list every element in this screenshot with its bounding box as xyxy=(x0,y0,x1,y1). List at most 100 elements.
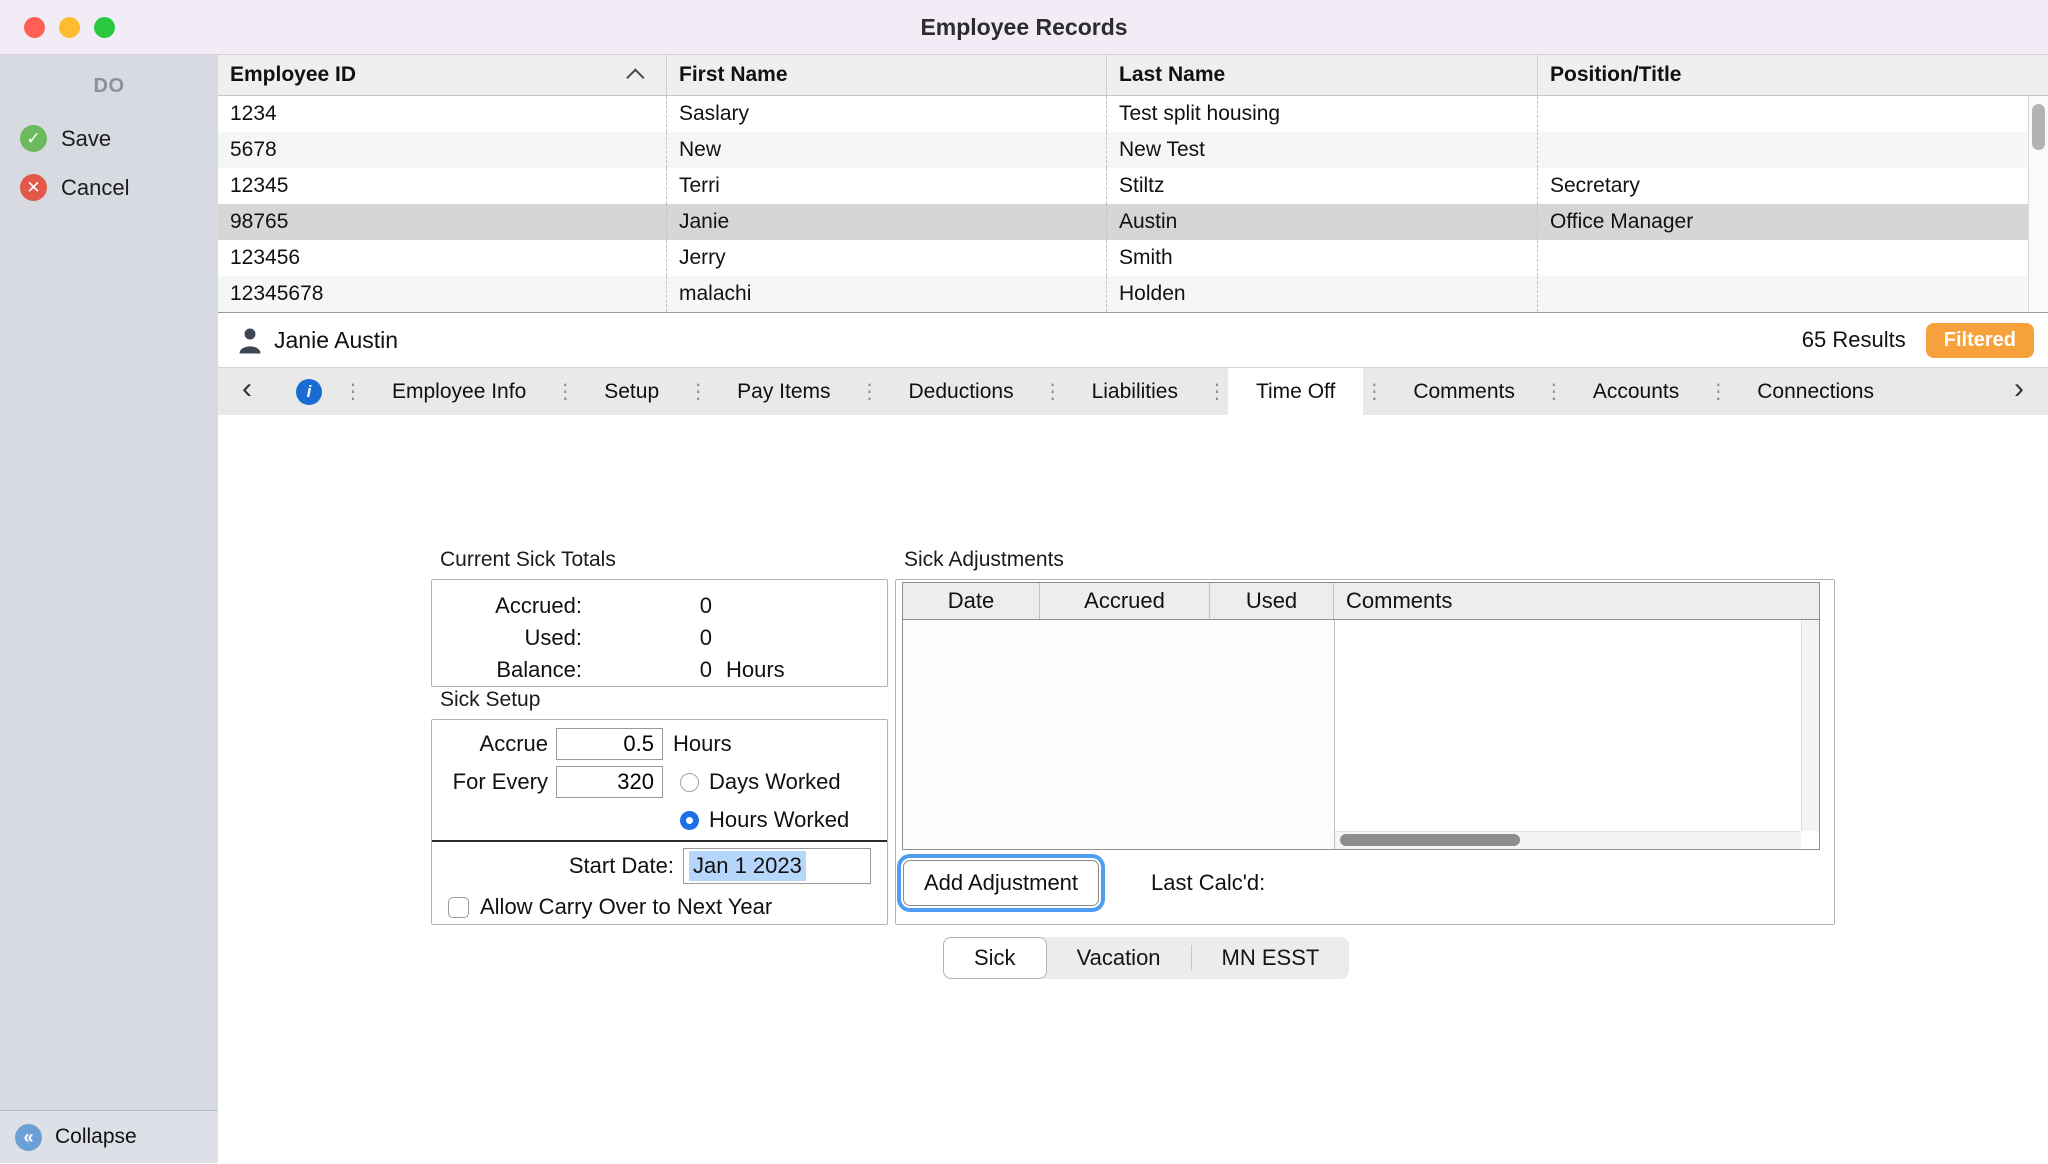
adjustments-header-row: Date Accrued Used Comments xyxy=(903,583,1819,620)
adjustments-body xyxy=(903,620,1819,849)
current-sick-totals-group: Current Sick Totals Accrued: 0 Used: 0 B… xyxy=(431,548,888,687)
adjustments-column-used: Used xyxy=(1210,583,1334,619)
carry-over-label: Allow Carry Over to Next Year xyxy=(480,894,773,919)
collapse-icon: « xyxy=(15,1123,42,1151)
hours-worked-label: Hours Worked xyxy=(709,807,850,832)
days-worked-radio[interactable] xyxy=(680,772,699,792)
person-icon xyxy=(238,327,262,354)
minimize-window-button[interactable] xyxy=(59,16,80,38)
start-date-label: Start Date: xyxy=(568,853,674,878)
tabs-scroll-right-button[interactable]: › xyxy=(1990,368,2048,415)
leave-type-subtabs: Sick Vacation MN ESST xyxy=(943,937,1350,979)
table-row[interactable]: 12345 Terri Stiltz Secretary xyxy=(218,168,2048,204)
title-bar: Employee Records xyxy=(0,0,2048,55)
tab-liabilities[interactable]: Liabilities xyxy=(1064,368,1206,415)
filtered-badge[interactable]: Filtered xyxy=(1925,322,2034,358)
accrued-label: Accrued: xyxy=(495,593,582,618)
adjustments-comments-area[interactable] xyxy=(1334,620,1819,849)
tab-setup[interactable]: Setup xyxy=(576,368,687,415)
balance-value: 0 xyxy=(699,657,712,682)
zoom-window-button[interactable] xyxy=(94,16,115,38)
accrue-input[interactable] xyxy=(556,728,663,760)
tab-separator-icon: ⋮ xyxy=(1543,381,1564,403)
hours-worked-radio[interactable] xyxy=(680,810,699,830)
used-value: 0 xyxy=(699,625,712,650)
info-icon: i xyxy=(296,378,322,405)
table-row[interactable]: 123456 Jerry Smith xyxy=(218,240,2048,276)
for-every-input[interactable] xyxy=(556,766,663,798)
tab-separator-icon: ⋮ xyxy=(555,381,576,403)
group-title: Sick Setup xyxy=(440,688,541,711)
tab-connections[interactable]: Connections xyxy=(1729,368,1902,415)
group-title: Current Sick Totals xyxy=(440,548,616,571)
column-header-last-name[interactable]: Last Name xyxy=(1107,55,1538,95)
adjustments-column-date: Date xyxy=(903,583,1040,619)
add-adjustment-button[interactable]: Add Adjustment xyxy=(903,860,1099,906)
column-header-position-title[interactable]: Position/Title xyxy=(1538,55,2048,95)
sick-adjustments-group: Sick Adjustments Date Accrued Used Comme… xyxy=(895,548,1835,925)
tab-record-info[interactable]: i xyxy=(276,368,342,415)
subtab-mn-esst[interactable]: MN ESST xyxy=(1192,937,1350,979)
subtab-sick[interactable]: Sick xyxy=(943,937,1047,979)
tab-employee-info[interactable]: Employee Info xyxy=(364,368,554,415)
start-date-selected-text: Jan 1 2023 xyxy=(689,851,806,881)
table-row[interactable]: 5678 New New Test xyxy=(218,132,2048,168)
tab-separator-icon: ⋮ xyxy=(859,381,880,403)
accrue-unit: Hours xyxy=(673,731,732,756)
table-body: 1234 Saslary Test split housing 5678 New… xyxy=(218,96,2048,312)
adjustments-table: Date Accrued Used Comments xyxy=(902,582,1820,850)
tab-deductions[interactable]: Deductions xyxy=(881,368,1042,415)
tabs-scroll-left-button[interactable]: ‹ xyxy=(218,368,276,415)
table-row-selected[interactable]: 98765 Janie Austin Office Manager xyxy=(218,204,2048,240)
sidebar: DO ✓ Save ✕ Cancel « Collapse xyxy=(0,55,218,1163)
column-header-employee-id[interactable]: Employee ID xyxy=(218,55,667,95)
days-worked-label: Days Worked xyxy=(709,769,841,794)
sort-ascending-icon xyxy=(626,67,645,87)
table-vertical-scrollbar[interactable] xyxy=(2028,96,2048,312)
tab-separator-icon: ⋮ xyxy=(1042,381,1063,403)
tab-separator-icon: ⋮ xyxy=(1364,381,1385,403)
x-circle-icon: ✕ xyxy=(20,174,47,201)
sick-setup-group: Sick Setup Accrue Hours For Every Days W… xyxy=(431,688,888,925)
app-window: Employee Records DO ✓ Save ✕ Cancel « Co… xyxy=(0,0,2048,1164)
tab-time-off[interactable]: Time Off xyxy=(1227,368,1364,415)
tab-bar: ‹ i ⋮ Employee Info ⋮ Setup ⋮ Pay Items … xyxy=(218,367,2048,415)
close-window-button[interactable] xyxy=(24,16,45,38)
current-record-name: Janie Austin xyxy=(274,326,399,353)
setup-divider xyxy=(432,840,887,842)
balance-unit: Hours xyxy=(726,657,785,682)
window-title: Employee Records xyxy=(920,13,1128,40)
cancel-button[interactable]: ✕ Cancel xyxy=(0,163,218,212)
save-button[interactable]: ✓ Save xyxy=(0,114,218,163)
table-row[interactable]: 1234 Saslary Test split housing xyxy=(218,96,2048,132)
subtab-vacation[interactable]: Vacation xyxy=(1047,937,1191,979)
sidebar-header: DO xyxy=(93,75,125,97)
comments-vertical-scrollbar[interactable] xyxy=(1801,620,1819,831)
table-row[interactable]: 12345678 malachi Holden xyxy=(218,276,2048,312)
adjustments-column-accrued: Accrued xyxy=(1040,583,1210,619)
accrued-value: 0 xyxy=(699,593,712,618)
for-every-label: For Every xyxy=(452,769,548,794)
carry-over-checkbox[interactable] xyxy=(448,896,469,918)
main-area: Employee ID First Name Last Name Positio… xyxy=(218,55,2048,1163)
scrollbar-thumb[interactable] xyxy=(1340,834,1520,846)
collapse-sidebar-button[interactable]: « Collapse xyxy=(0,1110,218,1163)
collapse-label: Collapse xyxy=(55,1125,137,1148)
used-label: Used: xyxy=(524,625,582,650)
tab-separator-icon: ⋮ xyxy=(1206,381,1227,403)
check-circle-icon: ✓ xyxy=(20,125,47,152)
start-date-input[interactable]: Jan 1 2023 xyxy=(683,848,871,884)
employee-table: Employee ID First Name Last Name Positio… xyxy=(218,55,2048,313)
table-header-row: Employee ID First Name Last Name Positio… xyxy=(218,55,2048,96)
last-calcd-label: Last Calc'd: xyxy=(1151,870,1266,895)
results-count: 65 Results xyxy=(1801,327,1906,352)
tab-separator-icon: ⋮ xyxy=(343,381,363,403)
tab-accounts[interactable]: Accounts xyxy=(1565,368,1707,415)
tab-pay-items[interactable]: Pay Items xyxy=(709,368,858,415)
accrue-label: Accrue xyxy=(479,731,548,756)
tab-comments[interactable]: Comments xyxy=(1385,368,1543,415)
scrollbar-thumb[interactable] xyxy=(2032,104,2045,150)
column-header-first-name[interactable]: First Name xyxy=(667,55,1107,95)
comments-horizontal-scrollbar[interactable] xyxy=(1335,831,1801,849)
tab-separator-icon: ⋮ xyxy=(688,381,709,403)
